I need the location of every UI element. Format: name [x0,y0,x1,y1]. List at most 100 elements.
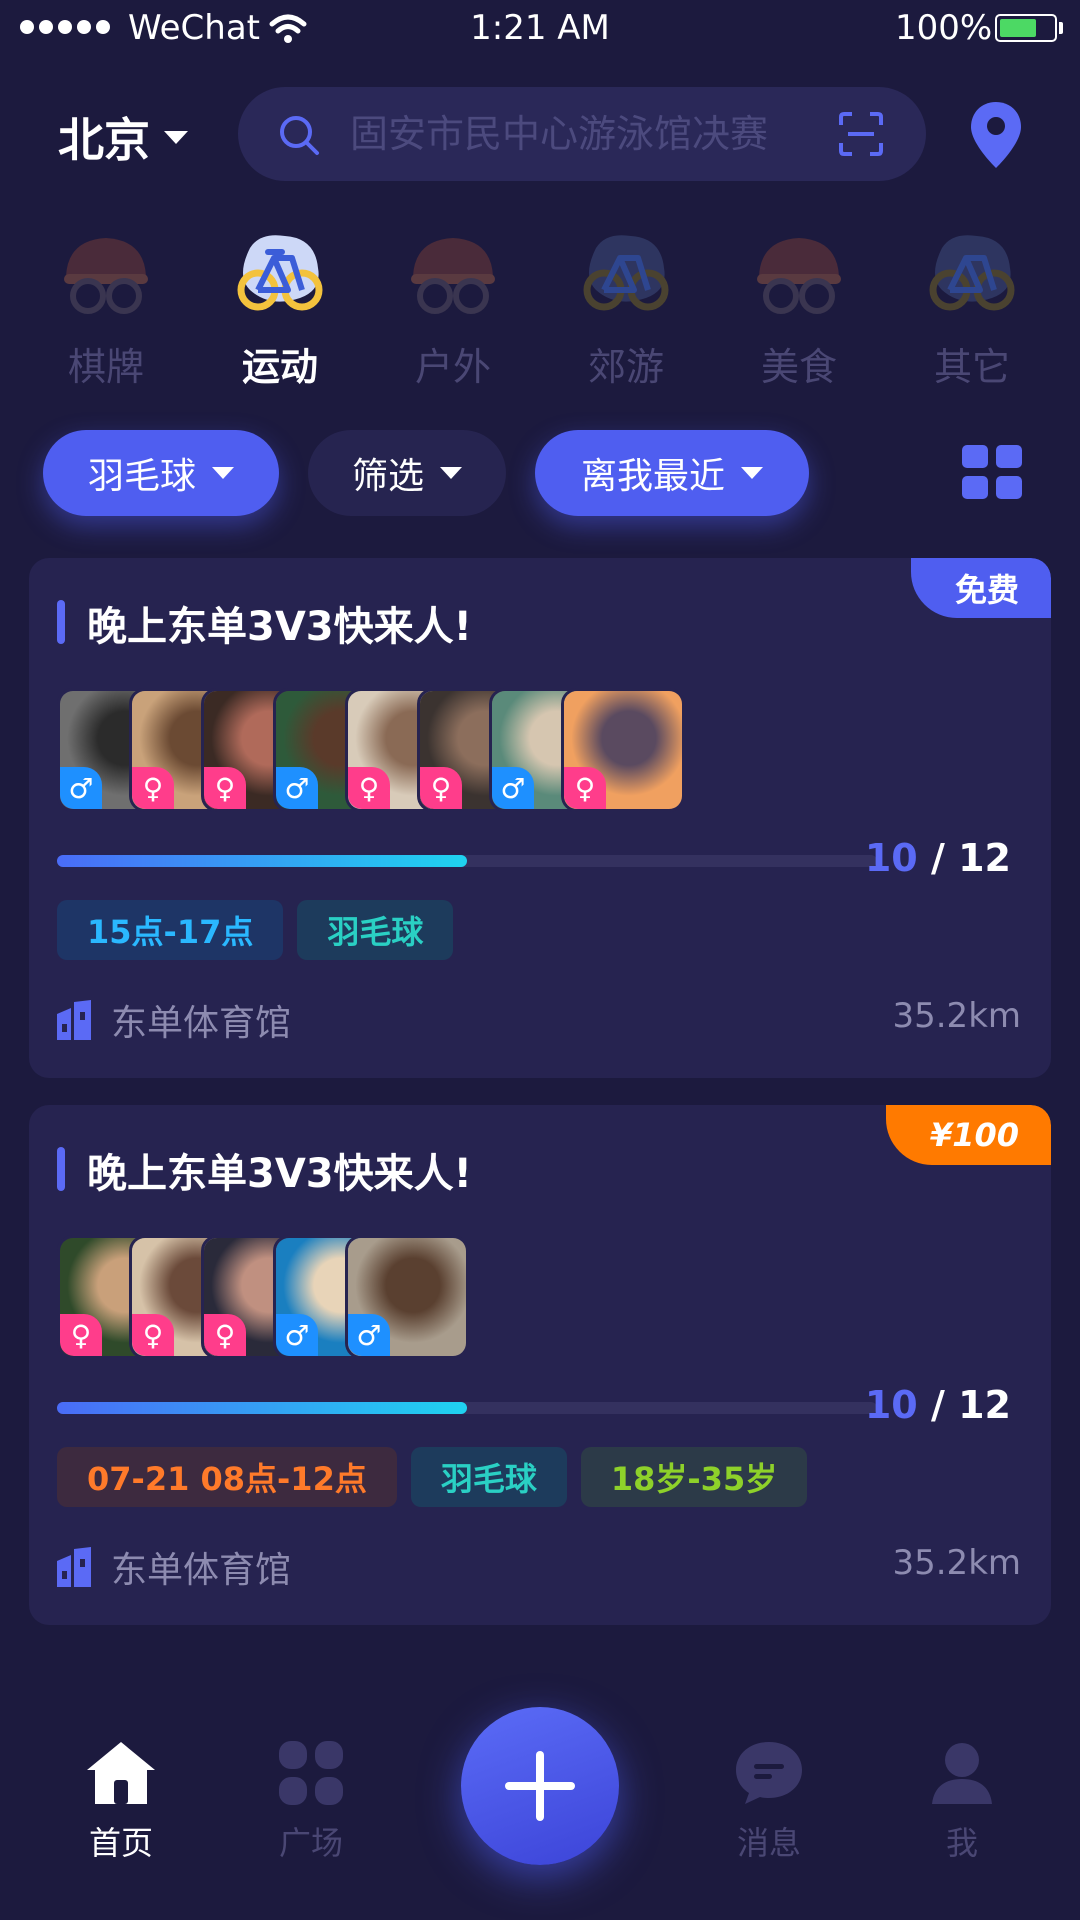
count-current: 10 [864,836,918,880]
chevron-down-icon [164,130,188,144]
sort-dropdown[interactable]: 离我最近 [535,430,809,516]
category-label: 郊游 [587,345,664,389]
search-icon [280,116,319,155]
category-outdoor[interactable]: 户外 [383,228,523,398]
grid-icon [279,1741,343,1805]
title-accent-bar [57,600,65,644]
building-icon [57,1000,91,1040]
tab-label: 消息 [736,1824,801,1862]
female-icon: ♀ [204,767,246,809]
user-icon [932,1743,992,1804]
building-icon [57,1547,91,1587]
create-activity-button[interactable] [461,1707,619,1865]
activity-title: 晚上东单3V3快来人! [87,604,472,650]
helmet-goggles-icon [411,238,495,314]
activity-card[interactable]: 免费 晚上东单3V3快来人! ♂ ♀ ♀ ♂ ♀ ♀ ♂ ♀ 10 / 12 15点-17点 … [29,558,1051,1078]
category-label: 户外 [414,345,491,389]
chevron-down-icon [741,467,763,479]
age-range-tag: 18岁-35岁 [580,1447,808,1507]
category-sports[interactable]: 运动 [210,228,350,398]
sport-tag: 羽毛球 [297,900,454,960]
category-excursion[interactable]: 郊游 [556,228,696,398]
grid-view-icon[interactable] [962,445,1024,501]
battery-percentage: 100% [895,8,993,48]
sport-filter-dropdown[interactable]: 羽毛球 [43,430,279,516]
venue: 东单体育馆 [57,1541,291,1593]
participation-progress-bar [57,1402,877,1414]
tab-me[interactable]: 我 [892,1740,1032,1864]
helmet-goggles-icon [757,238,841,314]
female-icon: ♀ [348,767,390,809]
category-label: 棋牌 [67,345,144,389]
tab-label: 我 [945,1824,978,1862]
participant-avatar[interactable]: ♂ [345,1235,469,1359]
tab-label: 广场 [278,1824,343,1862]
participation-progress-bar [57,855,877,867]
battery-icon [995,14,1057,42]
city-selector[interactable]: 北京 [58,104,188,170]
helmet-goggles-icon [64,238,148,314]
progress-fill [57,855,467,867]
home-screen: WeChat 1:21 AM 100% 北京 固安市民中心游泳馆决赛 棋牌 运动… [0,0,1080,1920]
count-separator: / [930,1383,945,1427]
location-pin-icon[interactable] [968,100,1024,170]
price-badge: 免费 [910,558,1051,618]
time-tag: 15点-17点 [57,900,284,960]
sort-label: 离我最近 [580,456,725,497]
male-icon: ♂ [276,1314,318,1356]
price-badge: ¥100 [885,1105,1051,1165]
sport-filter-label: 羽毛球 [87,456,196,497]
city-name: 北京 [58,113,150,167]
filter-dropdown[interactable]: 筛选 [308,430,506,516]
category-label: 其它 [933,345,1010,389]
male-icon: ♂ [348,1314,390,1356]
tab-messages[interactable]: 消息 [699,1740,839,1864]
count-total: 12 [958,836,1011,880]
search-bar[interactable] [238,87,926,181]
home-icon [87,1742,155,1804]
category-other[interactable]: 其它 [902,228,1042,398]
chat-bubble-icon [736,1742,802,1804]
bicycle-icon [583,235,669,311]
female-icon: ♀ [132,1314,174,1356]
battery-nub [1059,22,1063,34]
male-icon: ♂ [60,767,102,809]
venue-name: 东单体育馆 [111,1550,292,1591]
activity-tags: 15点-17点 羽毛球 [57,900,454,960]
progress-fill [57,1402,467,1414]
chevron-down-icon [212,467,234,479]
category-food[interactable]: 美食 [729,228,869,398]
distance: 35.2km [892,996,1021,1036]
bicycle-icon [237,235,323,311]
male-icon: ♂ [276,767,318,809]
venue-name: 东单体育馆 [111,1003,292,1044]
count-separator: / [930,836,945,880]
tab-home[interactable]: 首页 [51,1740,191,1864]
tab-square[interactable]: 广场 [241,1740,381,1864]
male-icon: ♂ [492,767,534,809]
venue: 东单体育馆 [57,994,291,1046]
category-label: 运动 [241,345,318,389]
participant-avatar[interactable]: ♀ [561,688,685,812]
activity-card[interactable]: ¥100 晚上东单3V3快来人! ♀ ♀ ♀ ♂ ♂ 10 / 12 07-21 08点… [29,1105,1051,1625]
female-icon: ♀ [132,767,174,809]
title-accent-bar [57,1147,65,1191]
activity-tags: 07-21 08点-12点 羽毛球 18岁-35岁 [57,1447,808,1507]
participant-count: 10 / 12 [865,836,1011,880]
female-icon: ♀ [420,767,462,809]
female-icon: ♀ [60,1314,102,1356]
activity-title: 晚上东单3V3快来人! [87,1151,472,1197]
scan-icon[interactable] [838,111,884,157]
filter-label: 筛选 [351,456,424,497]
sport-tag: 羽毛球 [410,1447,567,1507]
date-time-tag: 07-21 08点-12点 [57,1447,397,1507]
category-chess-cards[interactable]: 棋牌 [36,228,176,398]
bicycle-icon [929,235,1015,311]
female-icon: ♀ [564,767,606,809]
female-icon: ♀ [204,1314,246,1356]
status-bar: WeChat 1:21 AM 100% [0,0,1080,56]
search-input[interactable] [350,105,810,163]
count-current: 10 [864,1383,918,1427]
category-label: 美食 [760,345,837,389]
chevron-down-icon [440,467,462,479]
